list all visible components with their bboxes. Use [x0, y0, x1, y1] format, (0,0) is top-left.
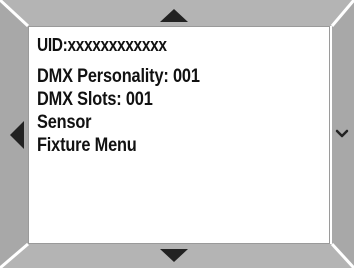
menu-list: UID:xxxxxxxxxxxx DMX Personality: 001 DM… [37, 35, 200, 157]
menu-item-dmx-personality[interactable]: DMX Personality: 001 [37, 65, 200, 88]
menu-item-sensor[interactable]: Sensor [37, 111, 200, 134]
uid-label: UID:xxxxxxxxxxxx [37, 35, 167, 55]
menu-item-fixture-menu[interactable]: Fixture Menu [37, 134, 200, 157]
lcd-screen: UID:xxxxxxxxxxxx DMX Personality: 001 DM… [28, 26, 330, 244]
menu-item-dmx-slots[interactable]: DMX Slots: 001 [37, 88, 200, 111]
